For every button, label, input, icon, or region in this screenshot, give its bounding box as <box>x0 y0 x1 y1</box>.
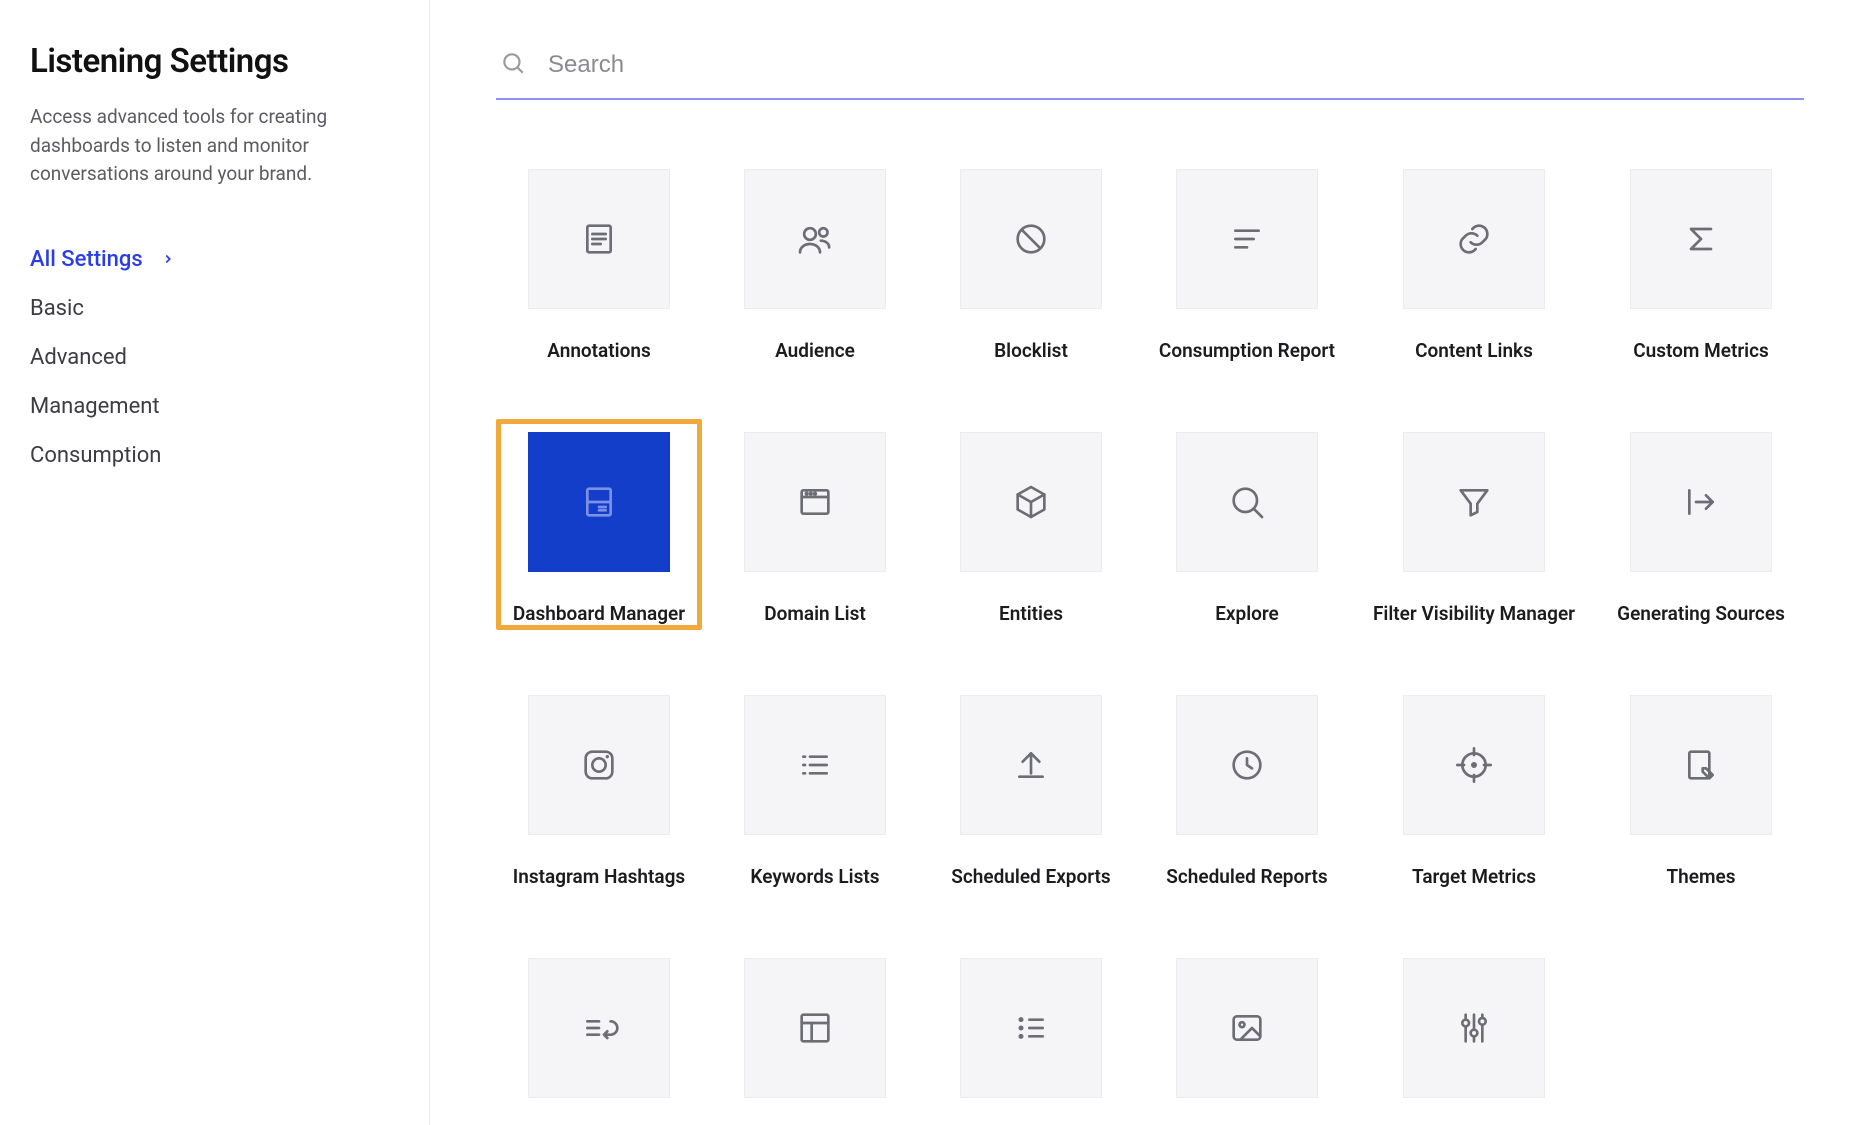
image-icon <box>1176 958 1318 1098</box>
tile-label: Themes <box>1666 865 1735 888</box>
page-subtitle: Access advanced tools for creating dashb… <box>30 103 399 189</box>
list-dots-icon <box>744 695 886 835</box>
sidebar-item-label: Management <box>30 394 160 419</box>
tiles-grid: Annotations Audience Blocklist Consumption … <box>496 156 1804 1125</box>
tile-label: Target Metrics <box>1412 865 1536 888</box>
tile-keywords-lists[interactable]: Keywords Lists <box>712 682 918 893</box>
tile-sliders[interactable] <box>1360 945 1588 1125</box>
tile-dashboard-manager[interactable]: Dashboard Manager <box>496 419 702 630</box>
tile-bullet-list[interactable] <box>928 945 1134 1125</box>
tile-label: Generating Sources <box>1617 602 1785 625</box>
bullets-icon <box>960 958 1102 1098</box>
tile-domain-list[interactable]: Domain List <box>712 419 918 630</box>
tile-label: Explore <box>1215 602 1279 625</box>
sidebar-item-label: All Settings <box>30 247 143 272</box>
tile-generating-sources[interactable]: Generating Sources <box>1598 419 1804 630</box>
layout-icon <box>744 958 886 1098</box>
sidebar-item-management[interactable]: Management <box>30 382 399 431</box>
window-icon <box>744 432 886 572</box>
tile-label: Scheduled Exports <box>951 865 1110 888</box>
tile-label: Filter Visibility Manager <box>1373 602 1575 625</box>
doc-lines-icon <box>528 169 670 309</box>
sigma-icon <box>1630 169 1772 309</box>
cube-icon <box>960 432 1102 572</box>
tile-label: Dashboard Manager <box>513 602 685 625</box>
page-title: Listening Settings <box>30 42 399 81</box>
sidebar-item-label: Basic <box>30 296 84 321</box>
tile-entities[interactable]: Entities <box>928 419 1134 630</box>
undo-list-icon <box>528 958 670 1098</box>
tile-label: Instagram Hashtags <box>513 865 685 888</box>
tile-label: Entities <box>999 602 1063 625</box>
tile-instagram-hashtags[interactable]: Instagram Hashtags <box>496 682 702 893</box>
sidebar-item-all-settings[interactable]: All Settings <box>30 235 399 284</box>
instagram-icon <box>528 695 670 835</box>
tile-filter-visibility[interactable]: Filter Visibility Manager <box>1360 419 1588 630</box>
sidebar-item-consumption[interactable]: Consumption <box>30 431 399 480</box>
tile-audience[interactable]: Audience <box>712 156 918 367</box>
tile-blocklist[interactable]: Blocklist <box>928 156 1134 367</box>
search-icon <box>500 50 526 80</box>
tile-label: Content Links <box>1415 339 1533 362</box>
clock-icon <box>1176 695 1318 835</box>
sidebar-nav: All Settings Basic Advanced Management Consu… <box>30 235 399 480</box>
search-input[interactable] <box>548 51 1804 79</box>
dash-icon <box>528 432 670 572</box>
sidebar-item-advanced[interactable]: Advanced <box>30 333 399 382</box>
users-icon <box>744 169 886 309</box>
tile-label: Custom Metrics <box>1633 339 1769 362</box>
tile-label: Domain List <box>764 602 865 625</box>
tile-layout[interactable] <box>712 945 918 1125</box>
tile-custom-metrics[interactable]: Custom Metrics <box>1598 156 1804 367</box>
link-icon <box>1403 169 1545 309</box>
tile-undo[interactable] <box>496 945 702 1125</box>
tile-annotations[interactable]: Annotations <box>496 156 702 367</box>
block-icon <box>960 169 1102 309</box>
page-pen-icon <box>1630 695 1772 835</box>
tile-consumption-report[interactable]: Consumption Report <box>1144 156 1350 367</box>
tile-label: Blocklist <box>994 339 1068 362</box>
lines-stagger-icon <box>1176 169 1318 309</box>
export-right-icon <box>1630 432 1772 572</box>
tile-scheduled-reports[interactable]: Scheduled Reports <box>1144 682 1350 893</box>
tile-label: Annotations <box>547 339 650 362</box>
chevron-right-icon <box>161 252 175 266</box>
sidebar-item-label: Consumption <box>30 443 161 468</box>
magnifier-icon <box>1176 432 1318 572</box>
tile-label: Audience <box>775 339 855 362</box>
funnel-icon <box>1403 432 1545 572</box>
tile-themes[interactable]: Themes <box>1598 682 1804 893</box>
search-bar[interactable] <box>496 42 1804 100</box>
tile-target-metrics[interactable]: Target Metrics <box>1360 682 1588 893</box>
tile-scheduled-exports[interactable]: Scheduled Exports <box>928 682 1134 893</box>
upload-icon <box>960 695 1102 835</box>
main-content: Annotations Audience Blocklist Consumption … <box>430 0 1862 1125</box>
tile-content-links[interactable]: Content Links <box>1360 156 1588 367</box>
tile-explore[interactable]: Explore <box>1144 419 1350 630</box>
sidebar: Listening Settings Access advanced tools… <box>0 0 430 1125</box>
sidebar-item-label: Advanced <box>30 345 127 370</box>
sidebar-item-basic[interactable]: Basic <box>30 284 399 333</box>
tile-label: Consumption Report <box>1159 339 1335 362</box>
sliders-icon <box>1403 958 1545 1098</box>
tile-image[interactable] <box>1144 945 1350 1125</box>
crosshair-icon <box>1403 695 1545 835</box>
tile-label: Scheduled Reports <box>1166 865 1327 888</box>
tile-label: Keywords Lists <box>750 865 879 888</box>
